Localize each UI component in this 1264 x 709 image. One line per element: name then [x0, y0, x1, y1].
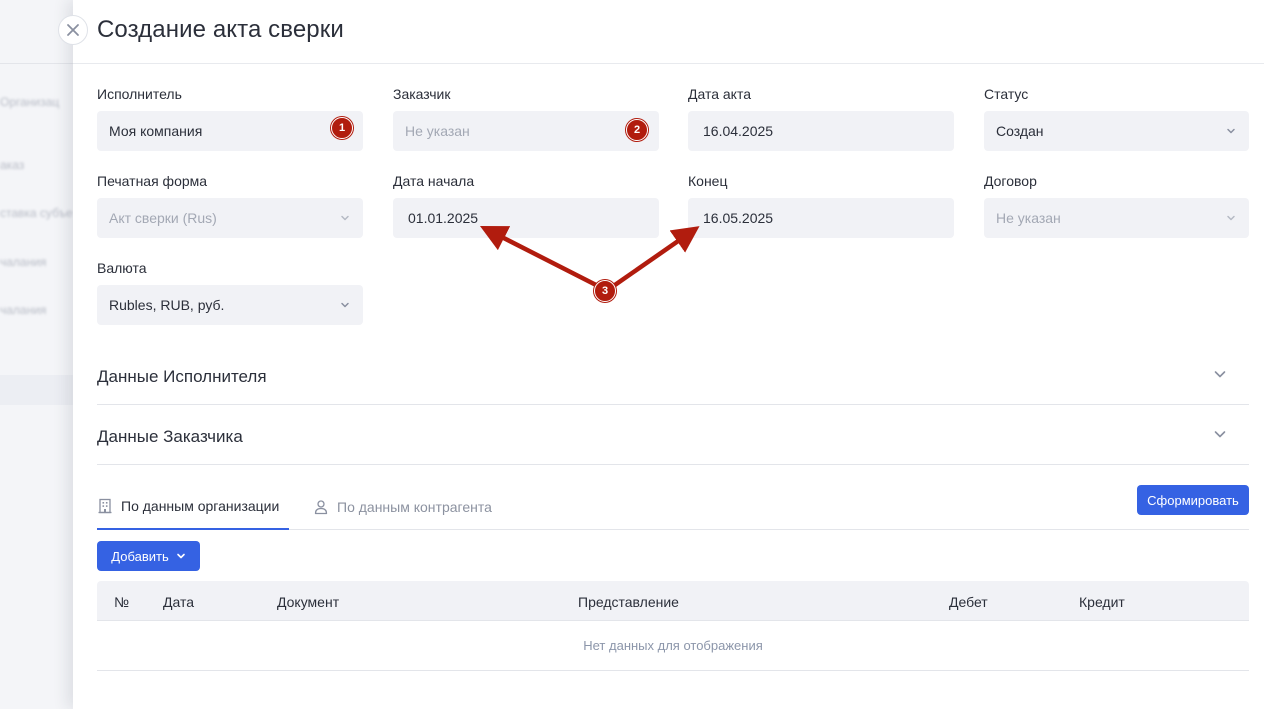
bg-item: чалания: [0, 303, 47, 317]
bg-item: ставка субъе: [0, 206, 73, 220]
currency-value: Rubles, RUB, руб.: [109, 297, 225, 313]
user-icon: [314, 499, 328, 514]
column-document[interactable]: Документ: [277, 594, 339, 610]
executor-value: Моя компания: [109, 123, 203, 139]
executor-select[interactable]: Моя компания: [97, 111, 363, 151]
reconciliation-act-dialog: Создание акта сверки Исполнитель Моя ком…: [73, 0, 1264, 709]
section-title: Данные Исполнителя: [97, 367, 267, 386]
tab-label: По данным контрагента: [337, 498, 492, 515]
bg-item: аказ: [0, 158, 25, 172]
print-form-select[interactable]: Акт сверки (Rus): [97, 198, 363, 238]
column-debit[interactable]: Дебет: [949, 594, 988, 610]
executor-data-section[interactable]: Данные Исполнителя: [97, 345, 1249, 405]
customer-data-section[interactable]: Данные Заказчика: [97, 405, 1249, 465]
add-button[interactable]: Добавить: [97, 541, 200, 571]
chevron-down-icon: [176, 553, 185, 559]
table-empty-message: Нет данных для отображения: [97, 621, 1249, 671]
contract-label: Договор: [984, 173, 1037, 189]
status-select[interactable]: Создан: [984, 111, 1249, 151]
end-date-input[interactable]: 16.05.2025: [688, 198, 954, 238]
customer-select[interactable]: Не указан: [393, 111, 659, 151]
section-title: Данные Заказчика: [97, 427, 243, 446]
generate-button[interactable]: Сформировать: [1137, 485, 1249, 515]
contract-select[interactable]: Не указан: [984, 198, 1249, 238]
close-button[interactable]: [58, 15, 88, 45]
column-date[interactable]: Дата: [163, 594, 194, 610]
act-date-input[interactable]: 16.04.2025: [688, 111, 954, 151]
tab-by-organization[interactable]: По данным организации: [97, 485, 289, 530]
chevron-down-icon: [1214, 371, 1226, 378]
status-value: Создан: [996, 123, 1044, 139]
annotation-badge: 1: [331, 117, 353, 139]
data-source-tabs: По данным организации По данным контраге…: [97, 485, 1249, 530]
title-divider: [73, 63, 1264, 64]
act-date-label: Дата акта: [688, 86, 751, 102]
column-credit[interactable]: Кредит: [1079, 594, 1125, 610]
chevron-down-icon: [1227, 128, 1235, 134]
tab-by-counterparty[interactable]: По данным контрагента: [313, 485, 492, 530]
status-label: Статус: [984, 86, 1029, 102]
start-date-label: Дата начала: [393, 173, 475, 189]
end-date-label: Конец: [688, 173, 728, 189]
currency-select[interactable]: Rubles, RUB, руб.: [97, 285, 363, 325]
chevron-down-icon: [341, 302, 349, 308]
chevron-down-icon: [1227, 215, 1235, 221]
print-form-value: Акт сверки (Rus): [109, 210, 217, 226]
annotation-badge: 3: [594, 280, 616, 302]
bg-item: чалания: [0, 255, 47, 269]
bg-item: Организац: [0, 95, 60, 109]
documents-table: № Дата Документ Представление Дебет Кред…: [97, 581, 1249, 671]
contract-value: Не указан: [996, 210, 1061, 226]
dialog-title: Создание акта сверки: [97, 16, 344, 43]
column-representation[interactable]: Представление: [578, 594, 679, 610]
tab-label: По данным организации: [121, 497, 280, 514]
customer-value: Не указан: [405, 123, 470, 139]
executor-label: Исполнитель: [97, 86, 182, 102]
column-number[interactable]: №: [114, 594, 129, 610]
table-header: № Дата Документ Представление Дебет Кред…: [97, 581, 1249, 621]
add-button-label: Добавить: [111, 548, 169, 564]
annotation-badge: 2: [626, 119, 648, 141]
building-icon: [98, 498, 112, 513]
close-icon: [67, 24, 79, 36]
chevron-down-icon: [341, 215, 349, 221]
customer-label: Заказчик: [393, 86, 451, 102]
currency-label: Валюта: [97, 260, 147, 276]
start-date-input[interactable]: 01.01.2025: [393, 198, 659, 238]
act-date-value: 16.04.2025: [703, 123, 774, 139]
chevron-down-icon: [1214, 431, 1226, 438]
end-date-value: 16.05.2025: [703, 210, 774, 226]
print-form-label: Печатная форма: [97, 173, 208, 189]
start-date-value: 01.01.2025: [408, 210, 479, 226]
